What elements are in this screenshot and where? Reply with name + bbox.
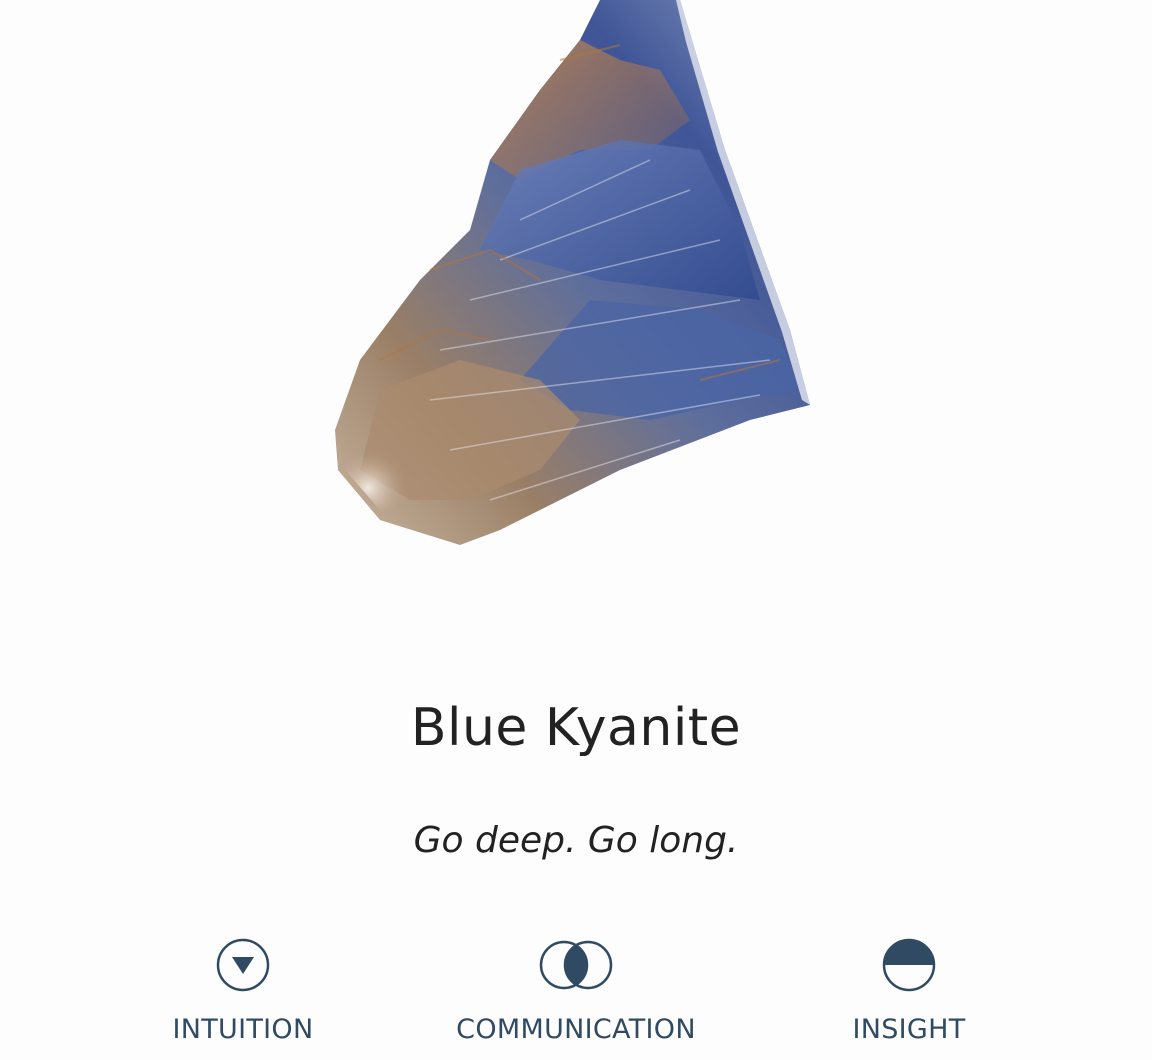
trait-intuition[interactable]: INTUITION <box>93 935 393 1047</box>
trait-communication[interactable]: COMMUNICATION <box>426 935 726 1047</box>
trait-label: COMMUNICATION <box>456 1014 696 1045</box>
stone-name: Blue Kyanite <box>410 698 742 758</box>
trait-label: INTUITION <box>172 1014 314 1045</box>
stone-tagline: Go deep. Go long. <box>413 820 739 861</box>
half-filled-circle-icon <box>882 938 936 992</box>
trait-insight[interactable]: INSIGHT <box>759 935 1059 1047</box>
stone-image <box>320 0 830 560</box>
triangle-in-circle-icon <box>216 938 270 992</box>
trait-label: INSIGHT <box>852 1014 966 1045</box>
overlapping-circles-icon <box>539 940 613 990</box>
